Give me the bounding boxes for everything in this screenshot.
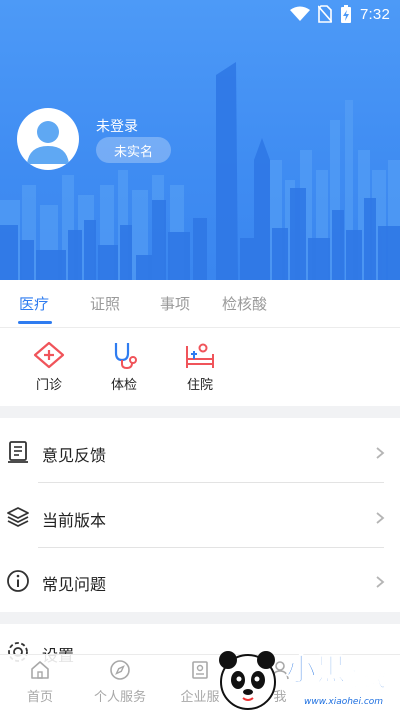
svg-text:游戏: 游戏 [346,667,386,691]
feedback-icon [8,441,28,463]
menu-divider [38,547,384,548]
service-checkup[interactable]: 体检 [94,340,154,393]
medical-services: 门诊 体检 住院 [0,328,400,406]
verify-status-badge[interactable]: 未实名 [96,137,171,163]
profile-header: 7:32 未登录 未实名 [0,0,400,280]
menu-label-version: 当前版本 [42,511,107,530]
nav-personal-services-label: 个人服务 [93,690,146,705]
service-hospitalization[interactable]: 住院 [170,340,230,393]
user-avatar[interactable] [17,108,79,170]
settings-menu: 意见反馈 当前版本 常见问题 [0,418,400,612]
tab-medical[interactable]: 医疗 [19,293,49,314]
nav-home[interactable]: 首页 [5,659,75,705]
status-bar: 7:32 [0,0,400,28]
menu-item-feedback[interactable]: 意见反馈 [0,420,400,484]
tab-active-indicator [18,321,52,324]
service-hospitalization-label: 住院 [186,378,213,393]
svg-text:小黑: 小黑 [286,653,346,688]
tab-licenses[interactable]: 证照 [90,293,120,314]
svg-text:www.xiaohei.com: www.xiaohei.com [304,697,383,707]
tab-matters[interactable]: 事项 [160,293,190,314]
nav-personal-services[interactable]: 个人服务 [85,659,155,705]
menu-item-version[interactable]: 当前版本 [0,485,400,549]
chevron-right-icon [376,447,385,459]
user-avatar-icon [27,121,69,164]
tab-nucleic-test[interactable]: 检核酸 [222,293,267,314]
menu-divider [38,482,384,483]
clinic-icon [33,341,65,369]
wifi-icon [290,6,310,21]
hospital-bed-icon [186,343,214,368]
home-icon [31,661,49,679]
service-clinic-label: 门诊 [35,378,62,393]
compass-icon [110,660,130,680]
chevron-right-icon [376,576,385,588]
status-time: 7:32 [360,5,390,23]
battery-charging-icon [341,5,351,23]
menu-item-faq[interactable]: 常见问题 [0,549,400,613]
chevron-right-icon [376,512,385,524]
menu-label-faq: 常见问题 [42,575,107,594]
layers-icon [7,507,29,527]
watermark-logo: 小黑 游戏 www.xiaohei.com [219,651,386,710]
menu-label-feedback: 意见反馈 [42,446,107,465]
service-clinic[interactable]: 门诊 [19,340,79,393]
stethoscope-icon [114,343,137,370]
category-tabs: 医疗 证照 事项 检核酸 [0,280,400,328]
nav-home-label: 首页 [26,690,53,705]
service-checkup-label: 体检 [110,378,137,393]
no-sim-icon [318,5,332,23]
info-icon [7,570,29,592]
login-status-label[interactable]: 未登录 [96,116,138,136]
